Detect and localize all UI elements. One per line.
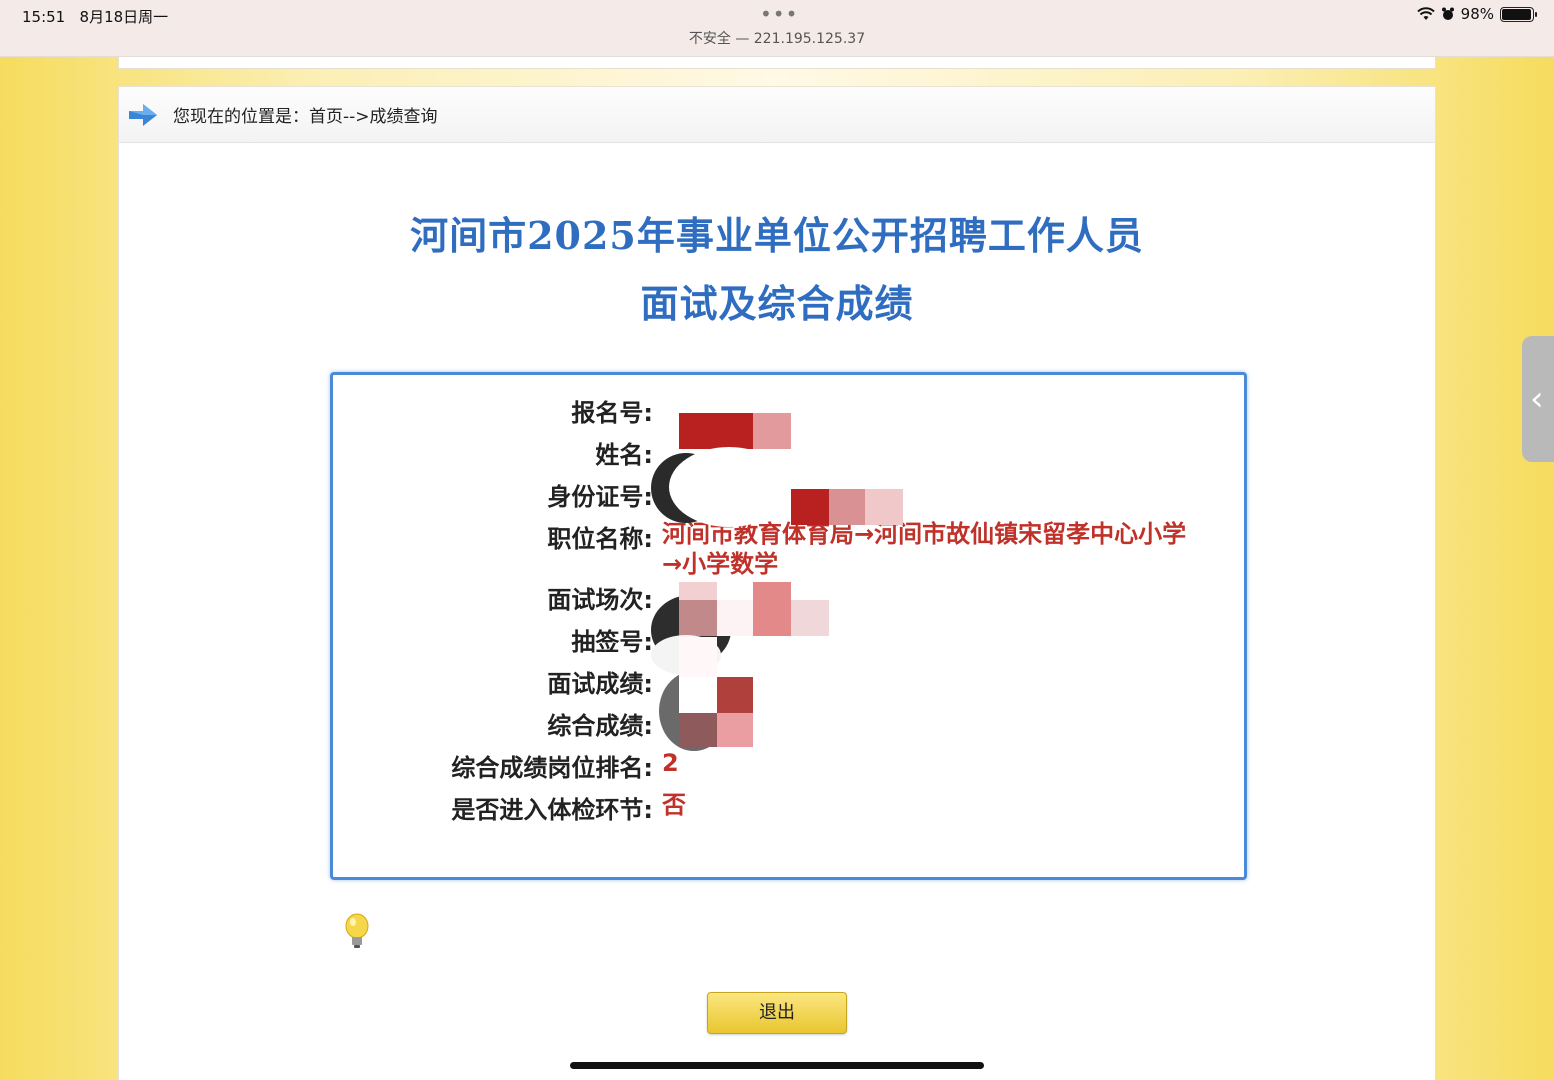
field-label: 姓名: bbox=[595, 441, 653, 469]
address-bar[interactable]: 不安全 — 221.195.125.37 bbox=[0, 28, 1554, 48]
battery-percent: 98% bbox=[1460, 5, 1494, 23]
status-time: 15:51 8月18日周一 bbox=[22, 8, 169, 26]
status-indicators: 98% bbox=[1416, 5, 1537, 23]
page-subtitle: 面试及综合成绩 bbox=[640, 281, 914, 326]
field-label: 是否进入体检环节: bbox=[451, 796, 653, 824]
status-bar: 15:51 8月18日周一 ••• 不安全 — 221.195.125.37 9… bbox=[0, 0, 1554, 57]
wifi-icon bbox=[1416, 7, 1435, 20]
field-value: 否 bbox=[662, 791, 686, 819]
battery-icon bbox=[1500, 6, 1537, 22]
lightbulb-icon bbox=[345, 913, 369, 948]
page-title: 河间市2025年事业单位公开招聘工作人员 bbox=[410, 213, 1144, 258]
status-date: 8月18日周一 bbox=[79, 8, 169, 26]
field-label: 综合成绩岗位排名: bbox=[451, 754, 653, 782]
field-label: 面试场次: bbox=[547, 586, 653, 614]
page-content: 您现在的位置是：首页-->成绩查询 河间市2025年事业单位公开招聘工作人员 面… bbox=[118, 86, 1436, 1080]
field-label: 抽签号: bbox=[571, 628, 653, 656]
field-row: 是否进入体检环节: 否 bbox=[333, 790, 1244, 826]
exit-button[interactable]: 退出 bbox=[707, 992, 847, 1034]
alarm-icon bbox=[1441, 7, 1454, 20]
header-remnant bbox=[118, 57, 1436, 69]
arrow-right-icon bbox=[129, 103, 157, 126]
side-panel-handle[interactable]: ‹ bbox=[1522, 336, 1554, 462]
home-indicator[interactable] bbox=[570, 1062, 984, 1069]
breadcrumb: 您现在的位置是：首页-->成绩查询 bbox=[119, 87, 1435, 143]
field-label: 身份证号: bbox=[547, 483, 653, 511]
breadcrumb-text: 您现在的位置是：首页-->成绩查询 bbox=[173, 107, 438, 127]
field-label: 职位名称: bbox=[547, 525, 653, 553]
chevron-left-icon: ‹ bbox=[1530, 379, 1544, 419]
result-panel: 报名号: 姓名: 身份证号: 职位名称: 河间市教育体育局→河间市故仙镇宋留孝中… bbox=[330, 372, 1247, 880]
field-label: 报名号: bbox=[571, 399, 653, 427]
redaction-mosaic bbox=[651, 375, 951, 775]
field-label: 面试成绩: bbox=[547, 670, 653, 698]
field-label: 综合成绩: bbox=[547, 712, 653, 740]
multitask-dots-icon[interactable]: ••• bbox=[760, 2, 798, 26]
